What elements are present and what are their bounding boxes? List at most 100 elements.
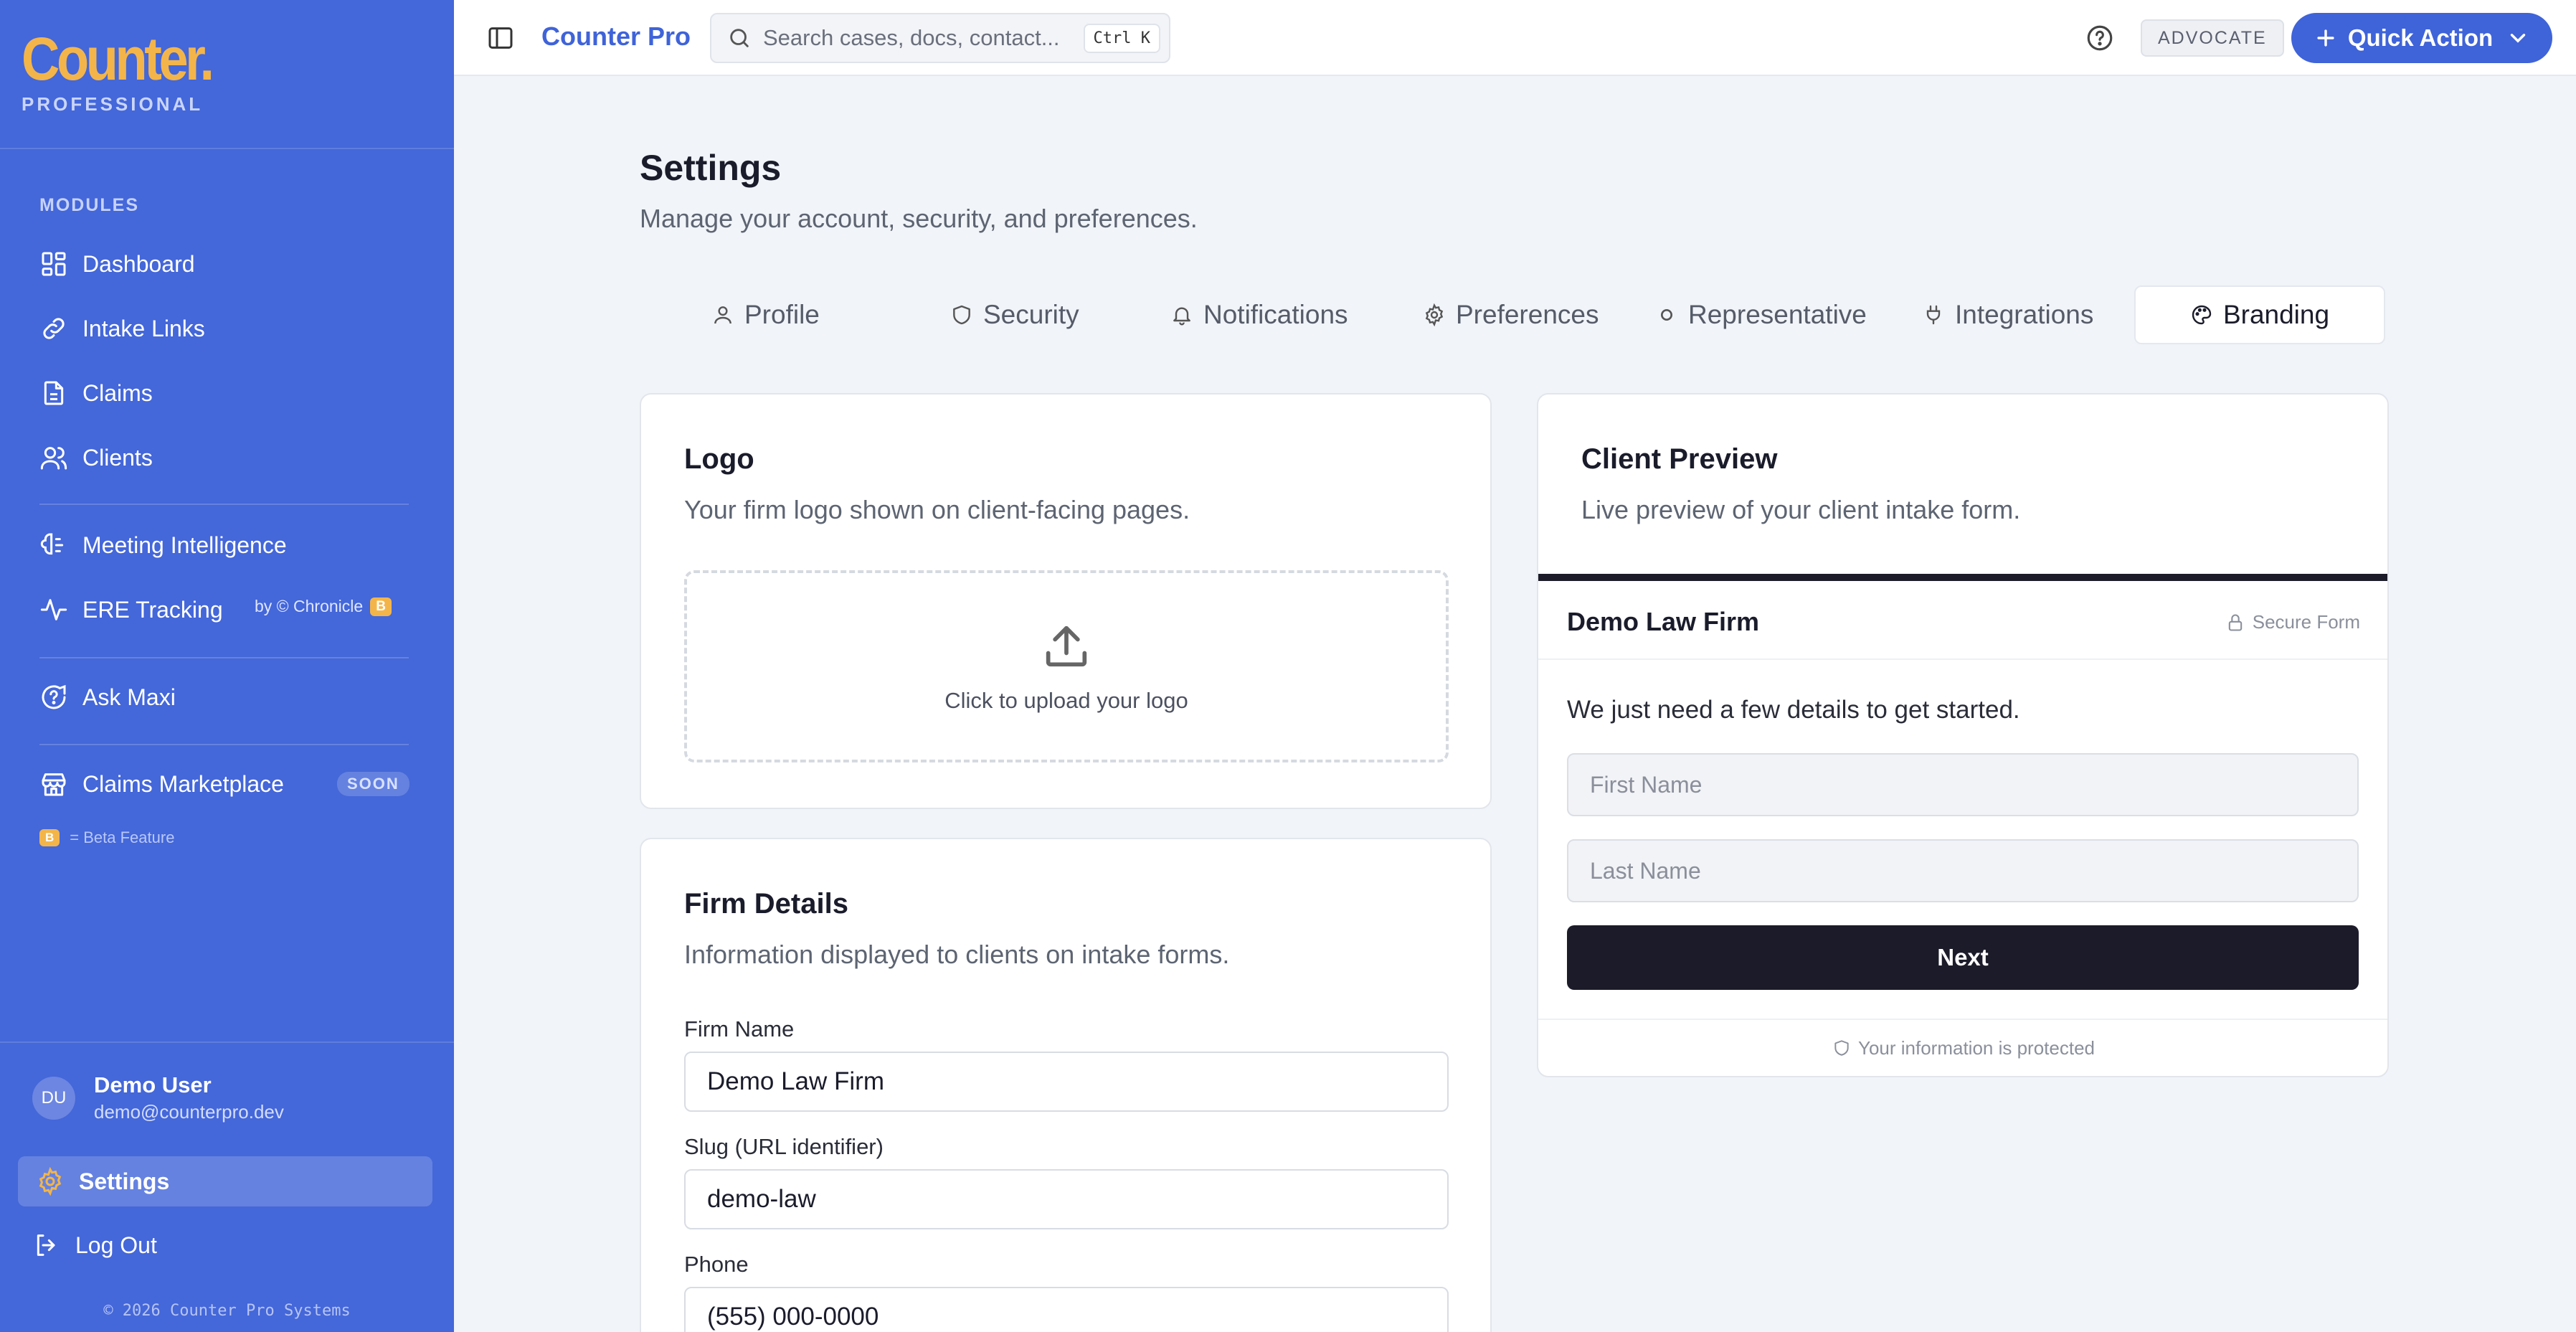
sidebar-item-label: Meeting Intelligence <box>82 532 287 558</box>
topbar: Counter Pro Search cases, docs, contact.… <box>454 0 2576 76</box>
tab-label: Integrations <box>1955 300 2094 329</box>
gear-icon <box>39 1167 62 1196</box>
search-shortcut: Ctrl K <box>1083 23 1160 53</box>
sidebar-item-dashboard[interactable]: Dashboard <box>39 242 195 285</box>
preview-footer-text: Your information is protected <box>1857 1036 2095 1059</box>
upload-icon <box>1046 625 1087 667</box>
gear-icon <box>1425 303 1444 326</box>
link-icon <box>43 318 65 339</box>
brand[interactable]: Counter. PROFESSIONAL <box>22 29 237 115</box>
sidebar-divider <box>0 148 454 149</box>
phone-input[interactable]: (555) 000-0000 <box>684 1287 1449 1332</box>
dashboard-icon <box>42 252 66 276</box>
card-title: Client Preview <box>1581 443 1778 475</box>
bell-icon <box>1173 307 1190 326</box>
search-placeholder: Search cases, docs, contact... <box>763 25 1060 50</box>
quick-action-button[interactable]: Quick Action <box>2291 13 2552 63</box>
soon-badge: SOON <box>337 772 409 796</box>
lock-icon <box>2228 614 2242 631</box>
tab-integrations[interactable]: Integrations <box>1922 285 2093 344</box>
plus-icon <box>2317 29 2334 47</box>
brand-subtitle: PROFESSIONAL <box>22 93 204 115</box>
tab-profile[interactable]: Profile <box>711 285 820 344</box>
page-title: Settings <box>640 148 782 188</box>
beta-legend-text: = Beta Feature <box>70 828 175 846</box>
brain-icon <box>40 533 64 555</box>
sidebar-item-clients[interactable]: Clients <box>39 436 153 479</box>
firm-details-card: Firm Details Information displayed to cl… <box>640 838 1492 1332</box>
firm-name-input[interactable]: Demo Law Firm <box>684 1052 1449 1112</box>
chat-help-icon <box>42 684 66 709</box>
help-icon[interactable] <box>2085 23 2115 53</box>
tab-branding[interactable]: Branding <box>2134 285 2385 344</box>
intake-form-preview: Demo Law Firm Secure Form We just need a… <box>1538 574 2387 1076</box>
sidebar-toggle-icon[interactable] <box>486 24 515 52</box>
sidebar-item-label: Intake Links <box>82 315 205 341</box>
tab-label: Branding <box>2222 300 2330 329</box>
last-name-field[interactable]: Last Name <box>1567 839 2359 902</box>
user-name: Demo User <box>94 1072 212 1097</box>
preview-header: Demo Law Firm Secure Form <box>1538 581 2387 660</box>
beta-badge: B <box>39 829 60 846</box>
sidebar-divider <box>39 657 409 658</box>
tab-representative[interactable]: Representative <box>1655 285 1867 344</box>
avatar: DU <box>32 1076 75 1120</box>
ere-byline-text: by © Chronicle <box>255 597 364 615</box>
sidebar-item-claims-marketplace[interactable]: Claims Marketplace <box>39 762 284 806</box>
sidebar-item-intake-links[interactable]: Intake Links <box>39 307 205 350</box>
store-icon <box>42 773 66 796</box>
first-name-field[interactable]: First Name <box>1567 753 2359 816</box>
beta-legend: B = Beta Feature <box>39 828 174 847</box>
tab-security[interactable]: Security <box>950 285 1079 344</box>
user-profile[interactable]: DU Demo User demo@counterpro.dev <box>32 1072 284 1123</box>
preview-firm-name: Demo Law Firm <box>1567 607 1760 636</box>
sidebar-divider <box>0 1041 454 1043</box>
sidebar-item-label: Dashboard <box>82 250 195 277</box>
tab-label: Security <box>983 300 1079 329</box>
sidebar-item-label: ERE Tracking <box>82 596 223 623</box>
card-subtitle: Live preview of your client intake form. <box>1581 495 2021 524</box>
activity-icon <box>40 599 67 620</box>
client-preview-card: Client Preview Live preview of your clie… <box>1537 393 2389 1077</box>
page-subtitle: Manage your account, security, and prefe… <box>640 204 1198 233</box>
role-badge: ADVOCATE <box>2141 19 2284 57</box>
shield-icon <box>1834 1040 1849 1056</box>
search-input[interactable]: Search cases, docs, contact... Ctrl K <box>710 13 1170 63</box>
sidebar-item-label: Clients <box>82 444 153 471</box>
firm-name-label: Firm Name <box>684 1016 795 1041</box>
card-subtitle: Your firm logo shown on client-facing pa… <box>684 495 1190 524</box>
sidebar-item-ere-tracking[interactable]: ERE Tracking <box>39 588 223 631</box>
tab-label: Preferences <box>1456 300 1599 329</box>
preview-intro: We just need a few details to get starte… <box>1567 696 2020 724</box>
tab-notifications[interactable]: Notifications <box>1170 285 1348 344</box>
sidebar-divider <box>39 744 409 745</box>
tab-preferences[interactable]: Preferences <box>1423 285 1599 344</box>
circle-icon <box>1661 309 1672 321</box>
logout-icon <box>37 1234 55 1256</box>
logout-label: Log Out <box>75 1232 157 1258</box>
next-button[interactable]: Next <box>1567 925 2359 990</box>
logo-card: Logo Your firm logo shown on client-faci… <box>640 393 1492 809</box>
sidebar-item-label: Settings <box>79 1168 170 1194</box>
logout-button[interactable]: Log Out <box>32 1231 157 1260</box>
upload-label: Click to upload your logo <box>944 688 1188 713</box>
preview-footer: Your information is protected <box>1538 1019 2387 1076</box>
document-icon <box>44 381 64 405</box>
sidebar-divider <box>39 504 409 505</box>
palette-icon <box>2192 305 2212 325</box>
user-email: demo@counterpro.dev <box>94 1101 284 1123</box>
quick-action-label: Quick Action <box>2347 24 2494 51</box>
sidebar-item-claims[interactable]: Claims <box>39 372 153 415</box>
sidebar-item-label: Claims <box>82 379 153 406</box>
slug-label: Slug (URL identifier) <box>684 1134 884 1159</box>
app-title[interactable]: Counter Pro <box>541 22 691 52</box>
sidebar-item-settings[interactable]: Settings <box>18 1156 432 1206</box>
logo-upload-dropzone[interactable]: Click to upload your logo <box>684 570 1449 762</box>
settings-tabs: Profile Security Notifications Preferenc… <box>674 285 2385 344</box>
ere-byline: by © Chronicle B <box>255 597 392 616</box>
sidebar-item-ask-maxi[interactable]: Ask Maxi <box>39 676 176 719</box>
secure-form-text: Secure Form <box>2252 611 2360 633</box>
sidebar-item-meeting-intelligence[interactable]: Meeting Intelligence <box>39 524 287 567</box>
slug-input[interactable]: demo-law <box>684 1169 1449 1229</box>
tab-label: Representative <box>1688 300 1867 329</box>
